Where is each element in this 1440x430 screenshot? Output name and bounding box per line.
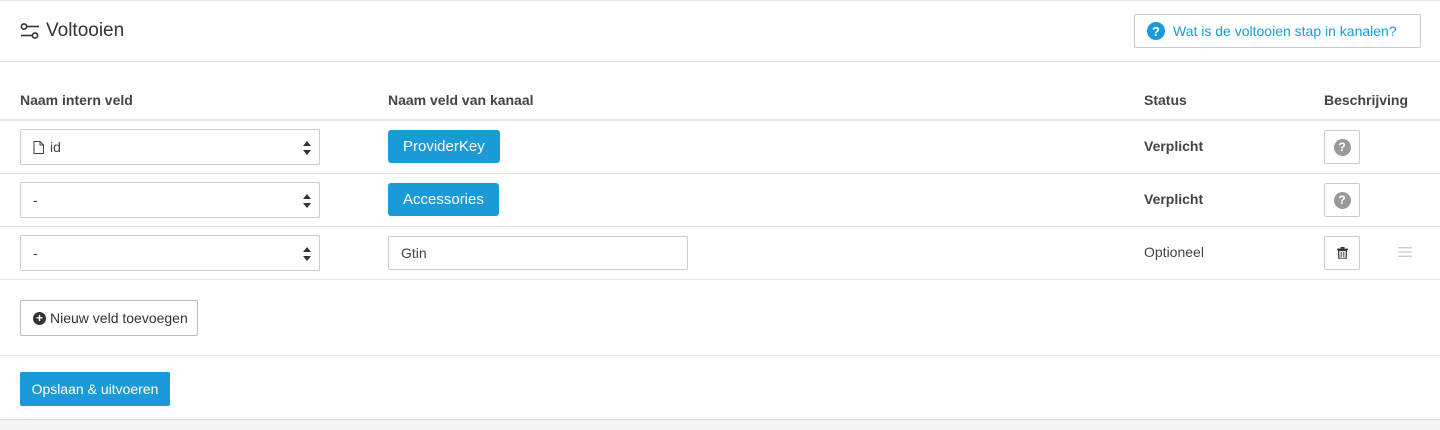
file-icon [33, 140, 44, 154]
page-title: Voltooien [46, 20, 125, 41]
trash-icon [1336, 247, 1348, 259]
question-circle-icon: ? [1147, 22, 1165, 40]
row-divider [0, 173, 1440, 174]
question-icon: ? [1333, 138, 1351, 156]
add-field-button[interactable]: + Nieuw veld toevoegen [20, 300, 198, 336]
plus-circle-icon: + [33, 311, 46, 325]
sort-arrows-icon [303, 141, 311, 155]
row-divider [0, 226, 1440, 227]
help-button[interactable]: ? Wat is de voltooien stap in kanalen? [1134, 14, 1421, 48]
channel-field-input[interactable] [388, 236, 688, 270]
drag-handle-icon[interactable] [1398, 247, 1412, 257]
internal-field-select[interactable]: - [20, 235, 320, 271]
status-label: Optioneel [1144, 244, 1204, 260]
panel-header: Voltooien ? Wat is de voltooien stap in … [0, 1, 1440, 62]
column-header-status: Status [1144, 92, 1187, 108]
channel-field-tag[interactable]: ProviderKey [388, 130, 500, 163]
question-icon: ? [1333, 191, 1351, 209]
table-header-divider [0, 119, 1440, 121]
delete-row-button[interactable] [1324, 236, 1360, 270]
status-label: Verplicht [1144, 138, 1204, 154]
internal-field-select[interactable]: id [20, 129, 320, 165]
add-field-label: Nieuw veld toevoegen [50, 310, 188, 326]
internal-field-select[interactable]: - [20, 182, 320, 218]
footer-divider [0, 355, 1440, 356]
save-execute-button[interactable]: Opslaan & uitvoeren [20, 372, 170, 406]
sort-arrows-icon [303, 247, 311, 261]
column-header-description: Beschrijving [1324, 92, 1409, 108]
sort-arrows-icon [303, 194, 311, 208]
column-header-internal-field: Naam intern veld [20, 92, 133, 108]
voltooien-panel: Voltooien ? Wat is de voltooien stap in … [0, 0, 1440, 420]
help-button-label: Wat is de voltooien stap in kanalen? [1173, 23, 1397, 39]
internal-field-value: - [33, 192, 38, 208]
description-help-button[interactable]: ? [1324, 183, 1360, 217]
status-label: Verplicht [1144, 191, 1204, 207]
internal-field-value: - [33, 245, 38, 261]
column-header-channel-field: Naam veld van kanaal [388, 92, 534, 108]
sliders-icon [20, 23, 39, 39]
channel-field-tag[interactable]: Accessories [388, 183, 499, 216]
description-help-button[interactable]: ? [1324, 130, 1360, 164]
row-divider [0, 279, 1440, 280]
internal-field-value: id [50, 139, 61, 155]
